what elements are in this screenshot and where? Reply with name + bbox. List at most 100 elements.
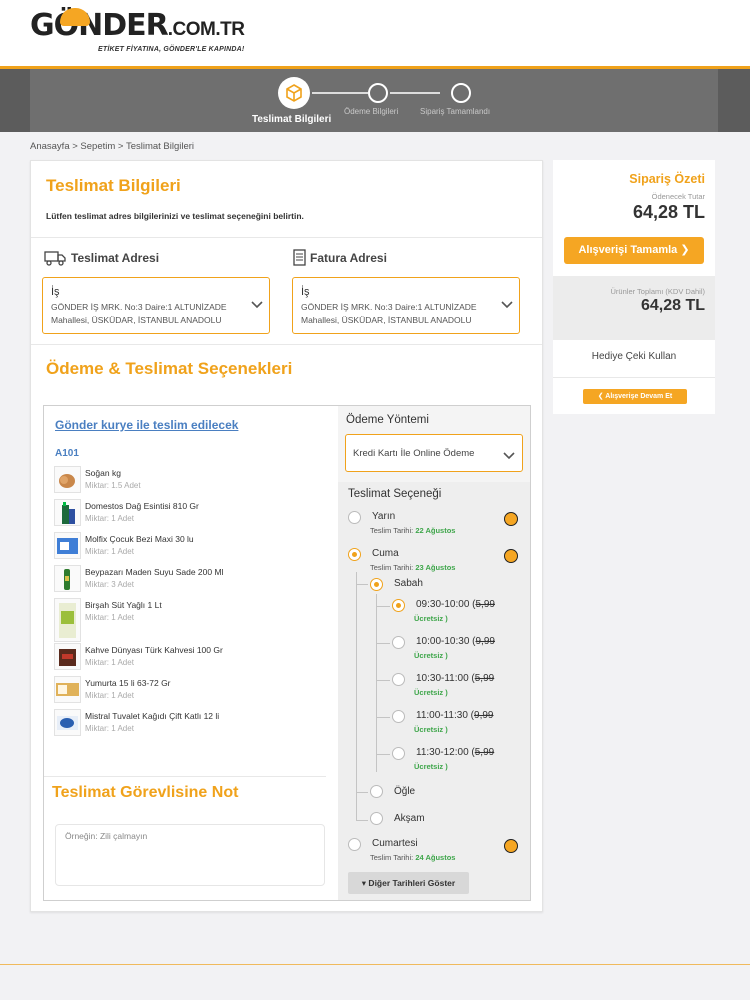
payment-method-heading: Ödeme Yöntemi xyxy=(346,414,429,426)
product-qty: Miktar: 1 Adet xyxy=(85,658,134,667)
show-more-dates-button[interactable]: ▾ Diğer Tarihleri Göster xyxy=(348,872,469,894)
radio-period-noon[interactable] xyxy=(370,785,383,798)
radio-day-friday[interactable] xyxy=(348,548,361,561)
day-date: Teslim Tarihi: 22 Ağustos xyxy=(370,526,456,535)
box-icon xyxy=(286,84,302,102)
chevron-down-icon xyxy=(251,301,263,309)
summary-totals: Ürünler Toplamı (KDV Dahil) 64,28 TL xyxy=(553,276,715,340)
list-item: Mistral Tuvalet Kağıdı Çift Katlı 12 li … xyxy=(54,709,334,737)
slot-free-badge: Ücretsiz ) xyxy=(414,651,448,660)
radio-day-saturday[interactable] xyxy=(348,838,361,851)
tree-line xyxy=(376,606,390,607)
list-item: Molfix Çocuk Bezi Maxi 30 lu Miktar: 1 A… xyxy=(54,532,334,560)
day-label: Yarın xyxy=(372,511,396,522)
step-connector xyxy=(312,92,368,94)
products-total: 64,28 TL xyxy=(640,297,705,314)
product-name: Birşah Süt Yağlı 1 Lt xyxy=(85,600,162,610)
tree-line xyxy=(376,717,390,718)
logo-tagline: ETİKET FİYATINA, GÖNDER'LE KAPINDA! xyxy=(98,46,245,53)
step-label-complete: Sipariş Tamamlandı xyxy=(420,107,491,116)
gift-card-link[interactable]: Hediye Çeki Kullan xyxy=(553,351,715,362)
step-label-delivery: Teslimat Bilgileri xyxy=(252,114,332,125)
product-list: Gönder kurye ile teslim edilecek A101 So… xyxy=(44,406,338,900)
divider xyxy=(31,344,542,345)
shipping-address-line1: GÖNDER İŞ MRK. No:3 Daire:1 ALTUNİZADE xyxy=(51,302,227,312)
divider xyxy=(31,237,542,238)
breadcrumb[interactable]: Anasayfa > Sepetim > Teslimat Bilgileri xyxy=(30,141,194,152)
product-qty: Miktar: 1 Adet xyxy=(85,514,134,523)
tree-line xyxy=(376,594,377,772)
truck-icon xyxy=(44,251,66,266)
courier-link[interactable]: Gönder kurye ile teslim edilecek xyxy=(55,418,238,432)
billing-address-select[interactable]: İş GÖNDER İŞ MRK. No:3 Daire:1 ALTUNİZAD… xyxy=(292,277,520,334)
radio-slot-1130[interactable] xyxy=(392,747,405,760)
order-summary: Sipariş Özeti Ödenecek Tutar 64,28 TL Al… xyxy=(553,160,715,414)
radio-period-evening[interactable] xyxy=(370,812,383,825)
slot-free-badge: Ücretsiz ) xyxy=(414,762,448,771)
delivery-options: Teslimat Seçeneği Yarın Teslim Tarihi: 2… xyxy=(338,482,530,900)
radio-period-morning[interactable] xyxy=(370,578,383,591)
billing-address-type: İş xyxy=(301,286,310,298)
tree-line xyxy=(376,754,390,755)
list-item: Domestos Dağ Esintisi 810 Gr Miktar: 1 A… xyxy=(54,499,334,527)
page-title: Teslimat Bilgileri xyxy=(46,176,181,195)
shipping-address-heading: Teslimat Adresi xyxy=(71,251,160,265)
invoice-icon xyxy=(293,249,306,266)
product-qty: Miktar: 3 Adet xyxy=(85,580,134,589)
due-amount: 64,28 TL xyxy=(632,202,705,222)
product-name: Kahve Dünyası Türk Kahvesi 100 Gr xyxy=(85,645,223,655)
product-image xyxy=(54,709,81,736)
products-total-label: Ürünler Toplamı (KDV Dahil) xyxy=(610,287,705,296)
radio-slot-1000[interactable] xyxy=(392,636,405,649)
product-name: Beypazarı Maden Suyu Sade 200 Ml xyxy=(85,567,224,577)
divider xyxy=(553,377,715,378)
slot-free-badge: Ücretsiz ) xyxy=(414,688,448,697)
tree-line xyxy=(356,820,368,821)
day-date: Teslim Tarihi: 23 Ağustos xyxy=(370,563,456,572)
tree-line xyxy=(356,792,368,793)
payment-method-select[interactable]: Kredi Kartı İle Online Ödeme xyxy=(345,434,523,472)
period-label: Sabah xyxy=(394,578,423,589)
product-qty: Miktar: 1 Adet xyxy=(85,691,134,700)
radio-slot-1030[interactable] xyxy=(392,673,405,686)
shipping-address-line2: Mahallesi, ÜSKÜDAR, İSTANBUL ANADOLU xyxy=(51,315,222,325)
continue-shopping-button[interactable]: ❮ Alışverişe Devam Et xyxy=(583,389,687,404)
product-image xyxy=(54,676,81,703)
product-image xyxy=(54,499,81,526)
list-item: Yumurta 15 li 63-72 Gr Miktar: 1 Adet xyxy=(54,676,334,704)
radio-slot-0930[interactable] xyxy=(392,599,405,612)
slot-time: 11:30-12:00 (5,99 xyxy=(416,747,495,758)
brand-logo[interactable]: GÖNDER.COM.TR ETİKET FİYATINA, GÖNDER'LE… xyxy=(30,8,245,53)
options-panel: Gönder kurye ile teslim edilecek A101 So… xyxy=(43,405,531,901)
slot-time: 10:00-10:30 (9,99 xyxy=(416,636,495,647)
divider xyxy=(44,776,326,777)
step-label-payment: Ödeme Bilgileri xyxy=(344,107,399,116)
product-image xyxy=(54,643,81,670)
tree-line xyxy=(376,680,390,681)
payment-method-value: Kredi Kartı İle Online Ödeme xyxy=(353,448,475,459)
complete-order-button[interactable]: Alışverişi Tamamla ❯ xyxy=(564,237,704,264)
shipping-address-select[interactable]: İş GÖNDER İŞ MRK. No:3 Daire:1 ALTUNİZAD… xyxy=(42,277,270,334)
product-qty: Miktar: 1 Adet xyxy=(85,724,134,733)
radio-slot-1100[interactable] xyxy=(392,710,405,723)
product-image xyxy=(54,466,81,493)
chevron-down-icon xyxy=(501,301,513,309)
delivery-option-heading: Teslimat Seçeneği xyxy=(348,488,442,500)
shipping-address-type: İş xyxy=(51,286,60,298)
courier-moto-icon xyxy=(504,839,518,853)
list-item: Kahve Dünyası Türk Kahvesi 100 Gr Miktar… xyxy=(54,643,334,671)
courier-note-input[interactable]: Örneğin: Zili çalmayın xyxy=(55,824,325,886)
slot-free-badge: Ücretsiz ) xyxy=(414,614,448,623)
billing-address-heading: Fatura Adresi xyxy=(310,251,387,265)
radio-day-tomorrow[interactable] xyxy=(348,511,361,524)
slot-time: 09:30-10:00 (5,99 xyxy=(416,599,495,610)
day-date: Teslim Tarihi: 24 Ağustos xyxy=(370,853,456,862)
tree-line xyxy=(356,572,357,820)
checkout-stepper: Teslimat Bilgileri Ödeme Bilgileri Sipar… xyxy=(0,66,750,132)
product-name: Domestos Dağ Esintisi 810 Gr xyxy=(85,501,199,511)
list-item: Birşah Süt Yağlı 1 Lt Miktar: 1 Adet xyxy=(54,598,334,642)
day-label: Cumartesi xyxy=(372,838,418,849)
step-payment-circle xyxy=(368,83,388,103)
site-header: GÖNDER.COM.TR ETİKET FİYATINA, GÖNDER'LE… xyxy=(0,0,750,66)
due-label: Ödenecek Tutar xyxy=(651,192,705,201)
